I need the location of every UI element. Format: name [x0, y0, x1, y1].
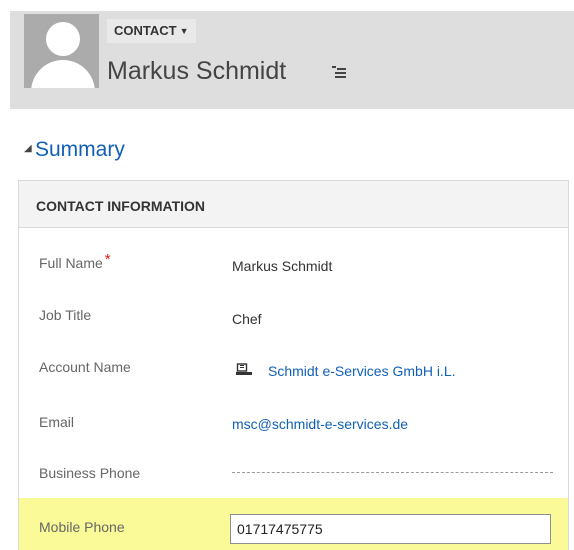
full-name-value[interactable]: Markus Schmidt: [232, 258, 332, 274]
record-header: CONTACT ▼ Markus Schmidt: [10, 11, 574, 109]
panel-header: CONTACT INFORMATION: [19, 181, 568, 228]
record-name: Markus Schmidt: [107, 57, 287, 85]
avatar[interactable]: [24, 14, 99, 88]
email-link[interactable]: msc@schmidt-e-services.de: [232, 416, 408, 432]
required-indicator: *: [104, 251, 111, 268]
contact-information-panel: CONTACT INFORMATION Full Name * Markus Sc…: [18, 180, 569, 550]
field-row-email: Email msc@schmidt-e-services.de: [19, 389, 568, 441]
account-name-label: Account Name: [39, 359, 131, 375]
entity-type-label: CONTACT: [114, 23, 177, 38]
account-name-link[interactable]: Schmidt e-Services GmbH i.L.: [268, 363, 456, 379]
field-row-account-name: Account Name Schmidt e-Services GmbH i.L…: [19, 337, 568, 389]
caret-down-icon: ▼: [179, 26, 189, 36]
job-title-label: Job Title: [39, 307, 92, 323]
collapse-triangle-icon[interactable]: ◢: [24, 143, 32, 154]
job-title-value[interactable]: Chef: [232, 311, 262, 327]
full-name-label: Full Name: [39, 255, 103, 271]
panel-title: CONTACT INFORMATION: [36, 198, 206, 214]
empty-field-placeholder[interactable]: [232, 472, 553, 473]
field-row-business-phone: Business Phone: [19, 441, 568, 493]
field-row-job-title: Job Title Chef: [19, 285, 568, 337]
menu-list-icon[interactable]: [332, 66, 346, 80]
section-title[interactable]: Summary: [35, 137, 125, 163]
entity-type-menu[interactable]: CONTACT ▼: [107, 19, 196, 43]
field-row-full-name: Full Name * Markus Schmidt: [19, 233, 568, 285]
person-silhouette-icon: [46, 22, 80, 56]
mobile-phone-label: Mobile Phone: [39, 519, 125, 535]
mobile-phone-input[interactable]: [230, 514, 551, 544]
email-label: Email: [39, 414, 75, 430]
account-lookup-icon: [236, 363, 252, 375]
business-phone-label: Business Phone: [39, 465, 141, 481]
